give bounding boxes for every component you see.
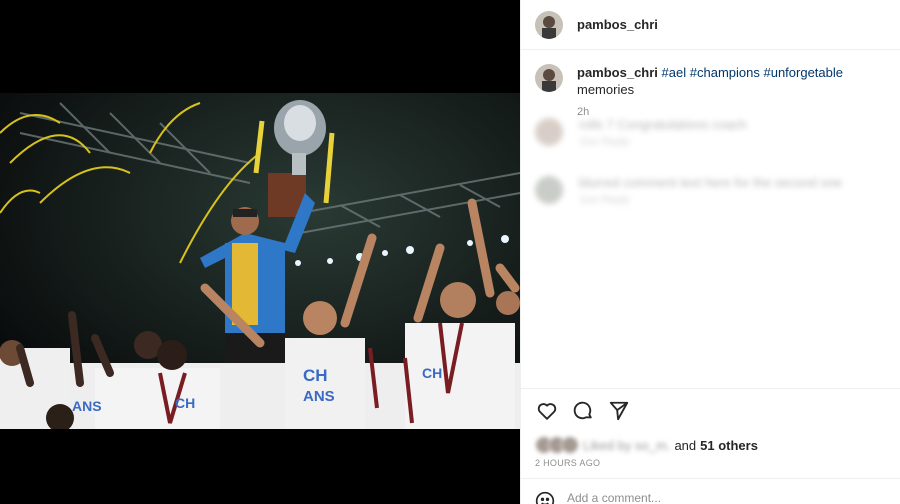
comment-meta: 11w Reply	[579, 193, 630, 206]
comment-bubble-icon-shape	[573, 401, 592, 419]
caption-username[interactable]: pambos_chri	[577, 65, 658, 80]
post-photo[interactable]: CH ANS ANS CH CH	[0, 93, 520, 429]
avatar-image	[535, 10, 563, 39]
comment-meta: 11w Reply	[579, 135, 630, 148]
comment-input[interactable]	[567, 491, 867, 504]
likes-and: and	[674, 437, 697, 453]
hashtag-link[interactable]: #unforgetable	[763, 65, 843, 80]
post-timestamp[interactable]: 2 HOURS AGO	[535, 458, 600, 468]
liker-avatars	[535, 436, 581, 454]
send-icon-shape	[609, 401, 629, 420]
post-actions	[521, 388, 900, 432]
media-pane: CH ANS ANS CH CH	[0, 0, 520, 504]
shirt-text: CH	[422, 365, 442, 381]
author-avatar[interactable]	[535, 10, 563, 39]
post-photo-drawing: CH ANS ANS CH CH	[0, 93, 520, 429]
author-username[interactable]: pambos_chri	[577, 17, 658, 32]
shirt-text: CH	[303, 366, 328, 385]
comment-text: rolls 7 Congratulations coach	[579, 116, 747, 132]
emoji-icon[interactable]	[535, 491, 555, 504]
comment-bar	[521, 478, 900, 504]
comment-item[interactable]: rolls 7 Congratulations coach 11w Reply	[535, 112, 887, 152]
likes-others-count[interactable]: 51 others	[700, 438, 758, 453]
likes-summary[interactable]: Liked by so_m. and 51 others	[535, 436, 758, 454]
heart-icon[interactable]	[535, 399, 559, 423]
shirt-text: ANS	[303, 388, 335, 405]
liked-by-text: Liked by so_m.	[583, 437, 671, 453]
post-side-pane: pambos_chri pambos_chri #ael #champions …	[520, 0, 900, 504]
shirt-text: CH	[175, 395, 195, 411]
avatar-image	[535, 64, 563, 92]
caption-text: memories	[577, 82, 635, 97]
caption-avatar[interactable]	[535, 64, 563, 92]
shirt-text: ANS	[72, 398, 102, 414]
commenter-avatar[interactable]	[535, 118, 563, 146]
commenter-avatar[interactable]	[535, 176, 563, 204]
heart-icon-shape	[537, 402, 557, 420]
send-icon[interactable]	[607, 399, 631, 423]
hashtag-link[interactable]: #champions	[690, 65, 760, 80]
comment-item[interactable]: blurred comment text here for the second…	[535, 170, 887, 210]
hashtag-link[interactable]: #ael	[662, 65, 687, 80]
post-header: pambos_chri	[521, 0, 900, 50]
emoji-icon-shape	[535, 491, 555, 504]
comment-bubble-icon[interactable]	[571, 399, 595, 423]
comment-text: blurred comment text here for the second…	[579, 174, 843, 190]
